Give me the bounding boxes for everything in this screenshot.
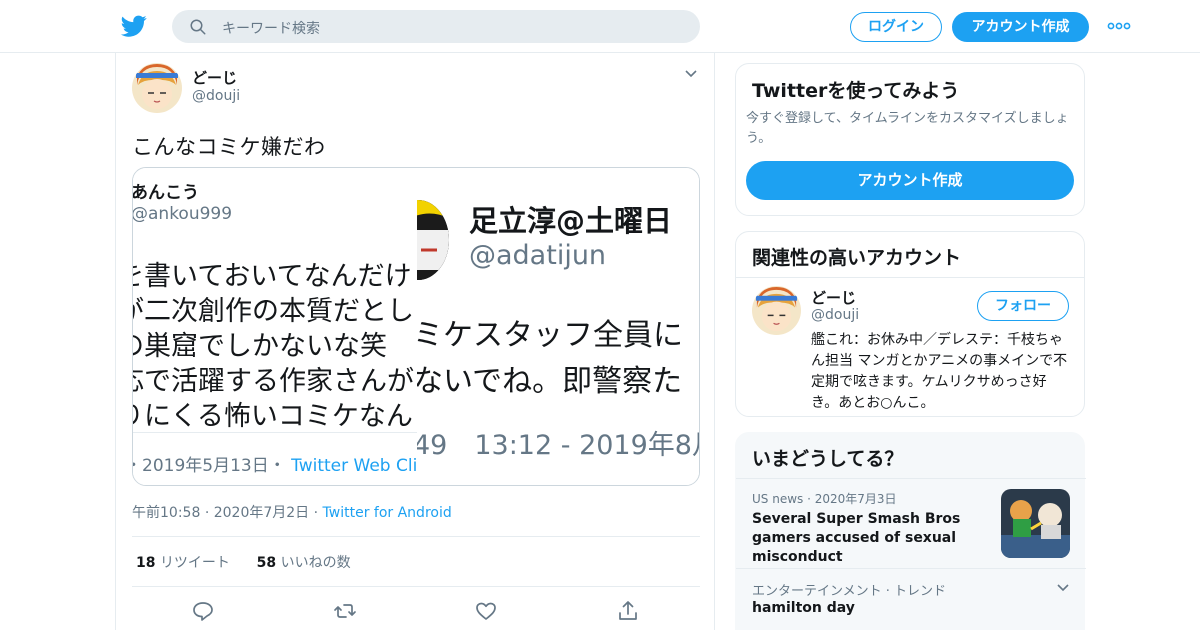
related-account-handle[interactable]: @douji	[811, 307, 859, 323]
follow-button[interactable]: フォロー	[977, 291, 1069, 321]
retweet-icon[interactable]	[333, 599, 357, 623]
chevron-down-icon[interactable]	[1056, 583, 1070, 593]
embedded-text-line: の巣窟でしかないな笑	[133, 331, 387, 362]
meta-dot: ·	[313, 505, 319, 521]
divider	[736, 478, 1086, 479]
embedded-client: Twitter Web Clier	[291, 456, 417, 476]
news-source-name: US news	[752, 492, 804, 506]
embedded-text-line: りにくる怖いコミケなん	[133, 401, 413, 432]
likes-label: いいねの数	[280, 555, 351, 571]
divider	[132, 586, 700, 587]
news-headline[interactable]: Several Super Smash Bros gamers accused …	[752, 510, 996, 567]
search-icon	[190, 19, 206, 35]
signup-card: Twitterを使ってみよう 今すぐ登録して、タイムラインをカスタマイズしましょ…	[735, 63, 1085, 216]
retweets-count: 18	[136, 555, 156, 571]
signup-card-description: 今すぐ登録して、タイムラインをカスタマイズしましょう。	[746, 111, 1069, 146]
media-image-right[interactable]: 足立淳@土曜日 @adatijun ミケスタッフ全員に ないでね。即警察た 49…	[417, 168, 700, 485]
avatar[interactable]	[132, 63, 182, 113]
top-bar: キーワード検索 ログイン アカウント作成	[0, 0, 1200, 53]
embedded-handle: @adatijun	[469, 240, 607, 271]
tweet-detail: どーじ @douji こんなコミケ嫌だわ あんこう @ankou999 を書いて…	[115, 53, 715, 630]
embedded-text-line: ミケスタッフ全員に	[417, 318, 683, 353]
media-image-left[interactable]: あんこう @ankou999 を書いておいてなんだけ が二次創作の本質だとし の…	[133, 168, 417, 485]
author-handle[interactable]: @douji	[192, 88, 240, 104]
share-icon[interactable]	[616, 599, 640, 623]
tweet-meta: 午前10:58 · 2020年7月2日 · Twitter for Androi…	[132, 502, 452, 522]
chevron-down-icon[interactable]	[684, 69, 698, 79]
trends-title: いまどうしてる？	[752, 448, 904, 470]
embedded-footer: ・2019年5月13日・ Twitter Web Clier	[133, 451, 417, 476]
tweet-date[interactable]: 2020年7月2日	[214, 505, 309, 521]
embedded-text-line: を書いておいてなんだけ	[133, 261, 412, 292]
like-icon[interactable]	[474, 599, 498, 623]
reply-icon[interactable]	[191, 599, 215, 623]
signup-card-button[interactable]: アカウント作成	[746, 161, 1074, 200]
embedded-avatar	[417, 200, 449, 280]
avatar[interactable]	[752, 286, 801, 335]
embedded-text-line: が二次創作の本質だとし	[133, 296, 414, 327]
divider	[132, 536, 700, 537]
tweet-text: こんなコミケ嫌だわ	[132, 135, 326, 159]
embedded-text-line: ないでね。即警察た	[417, 364, 683, 399]
related-account-name[interactable]: どーじ	[811, 287, 856, 308]
embedded-handle: @ankou999	[133, 204, 233, 224]
retweets-label: リツイート	[159, 555, 230, 571]
embedded-timestamp: 49 13:12 - 2019年8月	[417, 430, 700, 461]
signup-card-title: Twitterを使ってみよう	[752, 80, 960, 102]
search-box[interactable]: キーワード検索	[172, 10, 700, 43]
related-account-bio: 艦これ：お休み中／デレステ：千枝ちゃん担当 マンガとかアニメの事メインで不定期で…	[811, 332, 1068, 411]
tweet-stats: 18 リツイート 58 いいねの数	[136, 552, 351, 572]
likes-count: 58	[256, 555, 277, 571]
retweets-stat[interactable]: 18 リツイート	[136, 555, 230, 571]
embedded-name: 足立淳@土曜日	[469, 204, 673, 238]
trends-card: いまどうしてる？ US news · 2020年7月3日 Several Sup…	[735, 432, 1086, 630]
trend-title[interactable]: hamilton day	[752, 600, 855, 616]
embedded-text-line: 応で活躍する作家さんが	[133, 366, 414, 397]
tweet-client[interactable]: Twitter for Android	[323, 505, 452, 521]
divider	[133, 432, 417, 433]
author-name[interactable]: どーじ	[192, 67, 237, 88]
divider	[736, 277, 1084, 278]
embedded-name: あんこう	[133, 183, 199, 203]
twitter-bird-icon[interactable]	[120, 13, 148, 39]
related-accounts-card: 関連性の高いアカウント どーじ @douji フォロー 艦これ：お休み中／デレス…	[735, 231, 1085, 417]
likes-stat[interactable]: 58 いいねの数	[257, 555, 351, 571]
embedded-date: ・2019年5月13日・	[133, 456, 286, 476]
news-source: US news · 2020年7月3日	[752, 492, 897, 506]
related-accounts-title: 関連性の高いアカウント	[752, 247, 962, 269]
search-input[interactable]: キーワード検索	[222, 18, 320, 38]
news-date: 2020年7月3日	[814, 492, 897, 506]
tweet-media[interactable]: あんこう @ankou999 を書いておいてなんだけ が二次創作の本質だとし の…	[132, 167, 700, 486]
meta-dot: ·	[204, 505, 210, 521]
login-button[interactable]: ログイン	[850, 12, 942, 42]
tweet-time[interactable]: 午前10:58	[132, 505, 200, 521]
signup-button[interactable]: アカウント作成	[952, 12, 1089, 42]
more-dots-icon[interactable]	[1107, 22, 1131, 30]
news-thumbnail[interactable]	[1001, 489, 1070, 558]
divider	[736, 568, 1086, 569]
trend-category: エンターテインメント · トレンド	[752, 584, 947, 599]
